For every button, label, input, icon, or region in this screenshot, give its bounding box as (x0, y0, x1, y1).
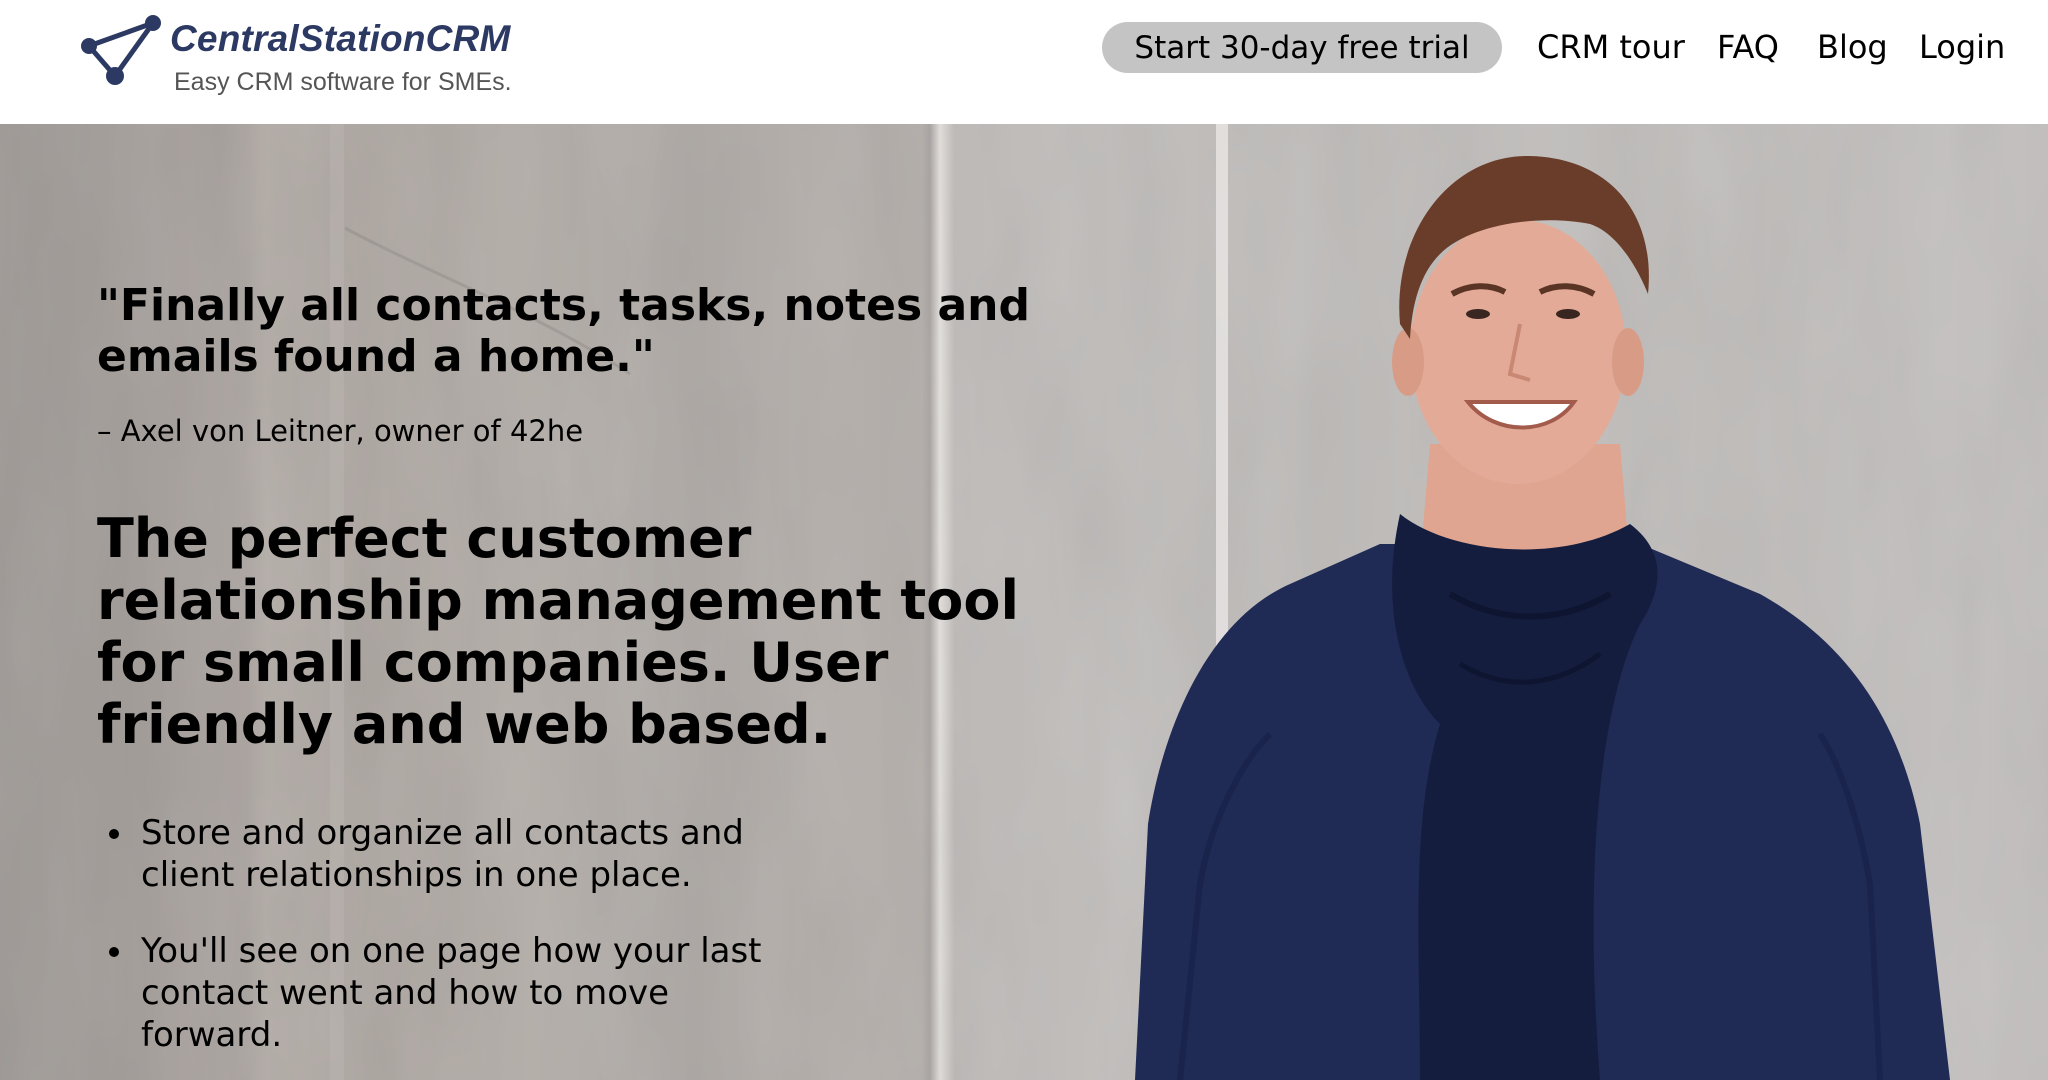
bullet-icon (109, 947, 119, 957)
brand-tagline: Easy CRM software for SMEs. (174, 68, 512, 96)
feature-text: Store and organize all contacts and clie… (141, 813, 744, 895)
feature-text: You'll see on one page how your last con… (141, 931, 762, 1055)
hero-headline: The perfect customer relationship manage… (97, 507, 1019, 756)
testimonial-quote: "Finally all contacts, tasks, notes and … (97, 280, 1030, 382)
network-nodes-icon (81, 15, 161, 85)
bullet-icon (109, 829, 119, 839)
hero-section: "Finally all contacts, tasks, notes and … (0, 124, 2048, 1080)
feature-list: Store and organize all contacts and clie… (97, 812, 797, 1080)
feature-list-item: You'll see on one page how your last con… (97, 930, 797, 1056)
feature-list-item: Store and organize all contacts and clie… (97, 812, 797, 896)
nav-link-login[interactable]: Login (1919, 27, 2005, 67)
nav-link-crm-tour[interactable]: CRM tour (1537, 27, 1685, 67)
nav-link-faq[interactable]: FAQ (1717, 27, 1779, 67)
start-free-trial-button[interactable]: Start 30-day free trial (1102, 22, 1502, 73)
brand-name: CentralStationCRM (170, 18, 511, 59)
site-header: CentralStationCRM Easy CRM software for … (0, 0, 2048, 124)
testimonial-author: – Axel von Leitner, owner of 42he (97, 414, 584, 448)
brand-logo-link[interactable]: CentralStationCRM Easy CRM software for … (80, 12, 560, 96)
nav-link-blog[interactable]: Blog (1817, 27, 1888, 67)
